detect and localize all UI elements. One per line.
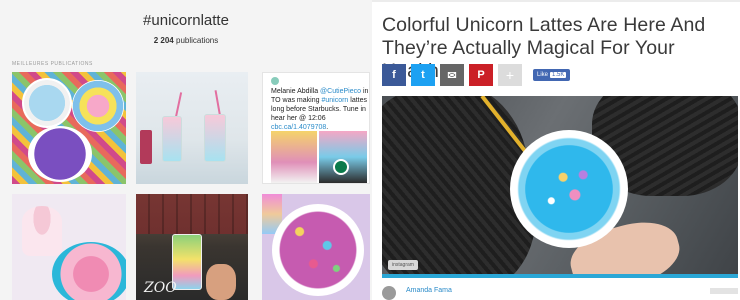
hero-image: instagram — [382, 96, 738, 278]
facebook-share-button[interactable]: f — [382, 64, 406, 86]
bowl-image — [72, 80, 124, 132]
top-posts-label: MEILLEURES PUBLICATIONS — [12, 61, 93, 67]
post-count: 2 204 publications — [0, 36, 372, 45]
bowl-image — [22, 78, 72, 128]
divider — [372, 0, 740, 2]
post-tile-sprinkle-bowl[interactable] — [262, 194, 370, 300]
latte-image — [22, 206, 62, 256]
bottle-image — [140, 130, 152, 164]
bowl-image — [52, 242, 126, 300]
tweet-link[interactable]: cbc.ca/1.4079708 — [271, 124, 326, 131]
tweet-mention[interactable]: @CutiePieco — [320, 88, 361, 95]
avatar — [271, 77, 279, 85]
image-credit: instagram — [388, 260, 418, 270]
tweet-hashtag[interactable]: #unicorn — [321, 97, 348, 104]
twitter-icon: t — [421, 69, 425, 81]
tweet-photo — [271, 131, 317, 183]
post-tile-drinks[interactable] — [136, 72, 248, 184]
tweet-text: Melanie Abdilla @CutiePieco in TO was ma… — [271, 88, 369, 131]
plus-icon: + — [505, 67, 515, 83]
unicorn-latte-cup-image — [510, 130, 628, 248]
hand-image — [206, 264, 236, 300]
like-count: 1.5K — [550, 72, 567, 78]
more-share-button[interactable]: + — [498, 64, 522, 86]
facebook-like-button[interactable]: Like 1.5K — [533, 69, 571, 81]
author-name[interactable]: Amanda Fama — [406, 287, 452, 294]
glass-image — [204, 114, 226, 162]
mural-text: ZOO — [144, 280, 177, 296]
post-tile-bowls[interactable] — [12, 72, 126, 184]
post-grid: Melanie Abdilla @CutiePieco in TO was ma… — [10, 72, 372, 300]
building-image — [136, 194, 248, 234]
email-share-button[interactable]: ✉ — [440, 64, 464, 86]
bowl-image — [272, 204, 364, 296]
post-tile-street-drink[interactable]: ZOO — [136, 194, 248, 300]
share-bar: f t ✉ P + Like 1.5K — [382, 64, 571, 86]
post-count-suffix: publications — [176, 36, 219, 45]
bowl-image — [28, 126, 92, 182]
instagram-hashtag-page: #unicornlatte 2 204 publications MEILLEU… — [0, 0, 372, 300]
accent-bar — [382, 274, 738, 278]
author-avatar — [382, 286, 396, 300]
byline-decoration — [710, 288, 738, 294]
post-tile-tweet[interactable]: Melanie Abdilla @CutiePieco in TO was ma… — [262, 72, 370, 184]
facebook-icon: f — [392, 69, 396, 81]
pinterest-icon: P — [477, 69, 485, 81]
twitter-share-button[interactable]: t — [411, 64, 435, 86]
post-count-number: 2 204 — [153, 36, 174, 45]
starbucks-logo-icon — [333, 159, 349, 175]
tweet-photo — [319, 131, 367, 183]
author-byline: Amanda Fama — [382, 286, 738, 300]
email-icon: ✉ — [447, 69, 457, 82]
like-label: Like — [537, 72, 549, 78]
glass-image — [162, 116, 182, 162]
post-tile-latte-bowl[interactable] — [12, 194, 126, 300]
pinterest-share-button[interactable]: P — [469, 64, 493, 86]
hashtag-title: #unicornlatte — [143, 12, 229, 29]
article: Colorful Unicorn Lattes Are Here And The… — [372, 0, 740, 300]
